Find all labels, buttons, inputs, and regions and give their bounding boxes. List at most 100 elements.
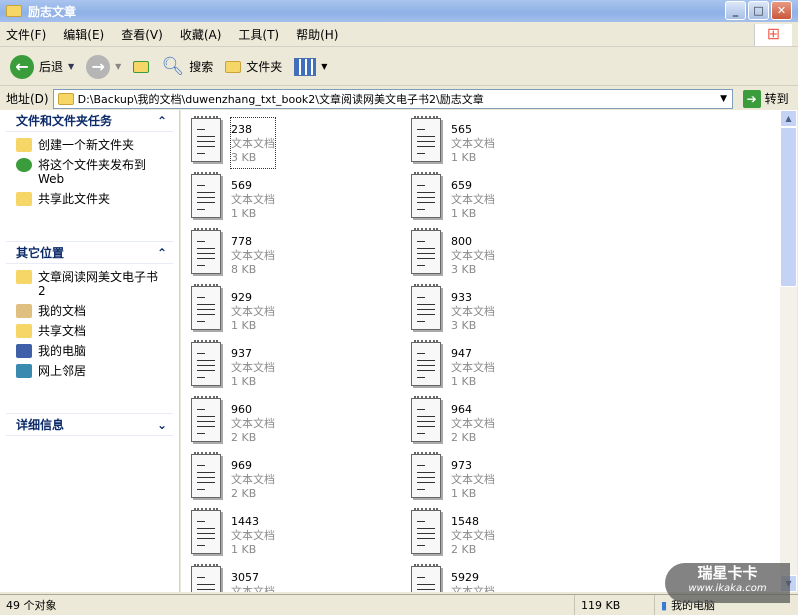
file-size: 1 KB <box>231 543 257 556</box>
file-size: 1 KB <box>451 151 477 164</box>
chevron-down-icon[interactable]: ▼ <box>716 90 732 108</box>
places-header[interactable]: 其它位置 ⌃ <box>6 242 173 264</box>
tasks-title: 文件和文件夹任务 <box>16 114 113 128</box>
file-type: 文本文档 <box>451 473 495 486</box>
file-type: 文本文档 <box>231 529 275 542</box>
place-label: 文章阅读网美文电子书2 <box>38 270 159 298</box>
place-parent-folder[interactable]: 文章阅读网美文电子书2 <box>16 270 163 298</box>
chevron-down-icon[interactable]: ▼ <box>68 62 74 71</box>
menu-file[interactable]: 文件(F) <box>6 26 46 43</box>
chevron-down-icon[interactable]: ⌄ <box>157 418 167 432</box>
tasks-header[interactable]: 文件和文件夹任务 ⌃ <box>6 110 173 132</box>
file-item[interactable]: 933 文本文档 3 KB <box>411 284 611 336</box>
menu-view[interactable]: 查看(V) <box>121 26 163 43</box>
file-item[interactable]: 3057 文本文档 <box>191 564 391 592</box>
back-label: 后退 <box>39 60 64 74</box>
file-item[interactable]: 964 文本文档 2 KB <box>411 396 611 448</box>
file-item[interactable]: 800 文本文档 3 KB <box>411 228 611 280</box>
file-type: 文本文档 <box>451 361 495 374</box>
toolbar: ← 后退 ▼ → ▼ 🔍︎ 搜索 文件夹 ▼ <box>0 48 798 86</box>
up-button[interactable] <box>133 60 150 73</box>
file-item[interactable]: 659 文本文档 1 KB <box>411 172 611 224</box>
task-publish-web[interactable]: 将这个文件夹发布到 Web <box>16 158 163 186</box>
file-item[interactable]: 1548 文本文档 2 KB <box>411 508 611 560</box>
minimize-button[interactable]: _ <box>725 1 746 20</box>
file-item[interactable]: 969 文本文档 2 KB <box>191 452 391 504</box>
menu-bar: 文件(F) 编辑(E) 查看(V) 收藏(A) 工具(T) 帮助(H) <box>0 22 798 47</box>
place-network[interactable]: 网上邻居 <box>16 364 163 378</box>
text-file-icon <box>411 452 441 498</box>
details-title: 详细信息 <box>16 418 65 432</box>
file-item[interactable]: 960 文本文档 2 KB <box>191 396 391 448</box>
file-name: 960 <box>231 403 252 416</box>
file-size: 2 KB <box>451 543 477 556</box>
text-file-icon <box>191 396 221 442</box>
place-shared-documents[interactable]: 共享文档 <box>16 324 163 338</box>
search-button[interactable]: 🔍︎ 搜索 <box>161 56 213 77</box>
file-item[interactable]: 937 文本文档 1 KB <box>191 340 391 392</box>
file-info: 933 文本文档 3 KB <box>451 286 495 336</box>
file-item[interactable]: 565 文本文档 1 KB <box>411 116 611 168</box>
file-item[interactable]: 5929 文本文档 <box>411 564 611 592</box>
file-type: 文本文档 <box>451 249 495 262</box>
network-icon <box>16 364 32 378</box>
file-size: 1 KB <box>231 319 257 332</box>
menu-tools[interactable]: 工具(T) <box>238 26 279 43</box>
chevron-up-icon[interactable]: ⌃ <box>157 114 167 128</box>
place-my-documents[interactable]: 我的文档 <box>16 304 163 318</box>
file-info: 5929 文本文档 <box>451 566 495 592</box>
file-name: 964 <box>451 403 472 416</box>
divider <box>6 226 173 242</box>
file-size: 8 KB <box>231 263 257 276</box>
address-input[interactable]: D:\Backup\我的文档\duwenzhang_txt_book2\文章阅读… <box>52 88 733 109</box>
menu-favorites[interactable]: 收藏(A) <box>180 26 222 43</box>
scroll-thumb[interactable] <box>780 127 797 287</box>
task-share-folder[interactable]: 共享此文件夹 <box>16 192 163 206</box>
menu-help[interactable]: 帮助(H) <box>296 26 338 43</box>
file-item[interactable]: 929 文本文档 1 KB <box>191 284 391 336</box>
file-name: 947 <box>451 347 472 360</box>
new-folder-icon <box>16 138 32 152</box>
file-item[interactable]: 947 文本文档 1 KB <box>411 340 611 392</box>
file-item[interactable]: 569 文本文档 1 KB <box>191 172 391 224</box>
folders-button[interactable]: 文件夹 <box>225 58 282 75</box>
text-file-icon <box>191 284 221 330</box>
file-size: 2 KB <box>451 431 477 444</box>
text-file-icon <box>191 452 221 498</box>
text-file-icon <box>411 396 441 442</box>
back-button[interactable]: ← 后退 ▼ <box>10 54 74 79</box>
file-item[interactable]: 973 文本文档 1 KB <box>411 452 611 504</box>
scroll-up-button[interactable]: ▲ <box>780 110 797 127</box>
place-my-computer[interactable]: 我的电脑 <box>16 344 163 358</box>
forward-button[interactable]: → ▼ <box>86 54 121 79</box>
menu-edit[interactable]: 编辑(E) <box>63 26 104 43</box>
chevron-up-icon[interactable]: ⌃ <box>157 246 167 260</box>
task-label: 共享此文件夹 <box>38 192 111 206</box>
file-name: 565 <box>451 123 472 136</box>
text-file-icon <box>411 508 441 554</box>
address-bar: 地址(D) D:\Backup\我的文档\duwenzhang_txt_book… <box>0 87 798 110</box>
file-item[interactable]: 1443 文本文档 1 KB <box>191 508 391 560</box>
file-item[interactable]: 238 文本文档 3 KB <box>191 116 391 169</box>
text-file-icon <box>411 564 441 592</box>
vertical-scrollbar[interactable]: ▲ ▼ <box>780 110 797 592</box>
file-type: 文本文档 <box>451 529 495 542</box>
divider <box>6 398 173 414</box>
details-header[interactable]: 详细信息 ⌄ <box>6 414 173 436</box>
file-item[interactable]: 778 文本文档 8 KB <box>191 228 391 280</box>
file-name: 933 <box>451 291 472 304</box>
chevron-down-icon[interactable]: ▼ <box>115 62 121 71</box>
file-size: 1 KB <box>451 487 477 500</box>
file-name: 969 <box>231 459 252 472</box>
file-type: 文本文档 <box>231 137 275 150</box>
maximize-button[interactable]: □ <box>748 1 769 20</box>
task-new-folder[interactable]: 创建一个新文件夹 <box>16 138 163 152</box>
text-file-icon <box>191 172 221 218</box>
file-type: 文本文档 <box>451 305 495 318</box>
go-button[interactable]: ➔ 转到 <box>742 89 789 108</box>
folder-icon <box>57 92 74 105</box>
views-button[interactable]: ▼ <box>294 57 327 76</box>
file-name: 1548 <box>451 515 479 528</box>
place-label: 我的电脑 <box>38 344 87 358</box>
close-button[interactable]: ✕ <box>771 1 792 20</box>
